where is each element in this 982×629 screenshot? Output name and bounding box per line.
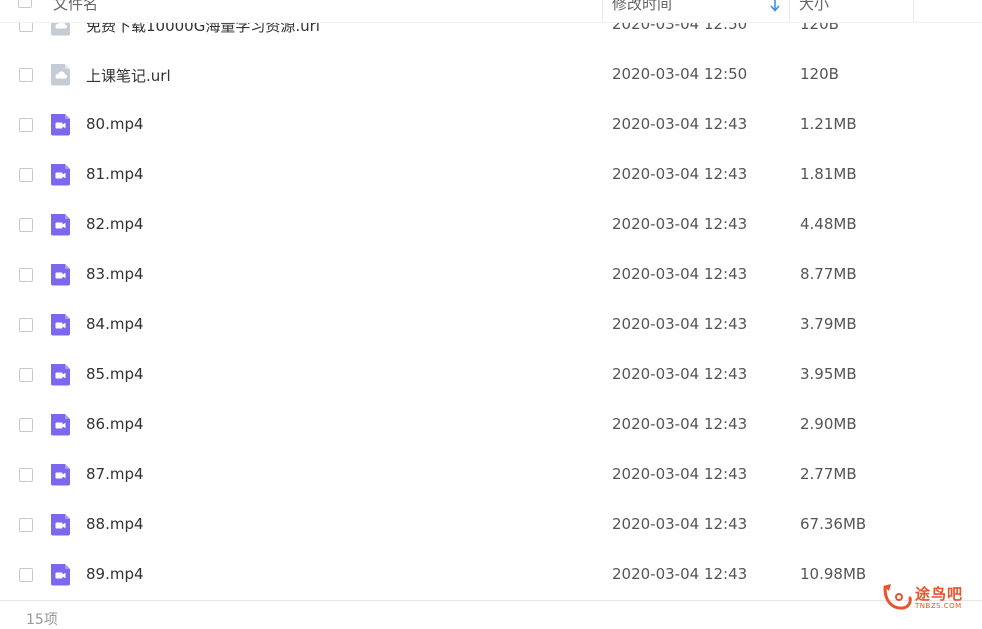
file-size: 10.98MB xyxy=(800,565,867,583)
video-file-icon xyxy=(51,514,70,536)
row-checkbox[interactable] xyxy=(19,468,33,482)
file-row[interactable]: 86.mp4 2020-03-04 12:43 2.90MB xyxy=(0,400,982,450)
column-header-size[interactable]: 大小 xyxy=(799,0,829,14)
file-modified-time: 2020-03-04 12:43 xyxy=(612,365,748,383)
file-size: 4.48MB xyxy=(800,215,857,233)
video-file-icon xyxy=(51,264,70,286)
file-row[interactable]: 87.mp4 2020-03-04 12:43 2.77MB xyxy=(0,450,982,500)
file-size: 2.77MB xyxy=(800,465,857,483)
file-name[interactable]: 85.mp4 xyxy=(86,365,144,383)
file-modified-time: 2020-03-04 12:43 xyxy=(612,215,748,233)
column-header-modified[interactable]: 修改时间 xyxy=(612,0,672,14)
file-name[interactable]: 86.mp4 xyxy=(86,415,144,433)
file-name[interactable]: 82.mp4 xyxy=(86,215,144,233)
file-name[interactable]: 80.mp4 xyxy=(86,115,144,133)
file-name[interactable]: 89.mp4 xyxy=(86,565,144,583)
video-file-icon xyxy=(51,314,70,336)
watermark-url: TNBZS.COM xyxy=(915,602,962,610)
file-row[interactable]: 80.mp4 2020-03-04 12:43 1.21MB xyxy=(0,100,982,150)
item-count: 15项 xyxy=(26,612,58,628)
file-list-header: 文件名 修改时间 大小 xyxy=(0,0,982,23)
link-file-icon xyxy=(51,64,70,86)
file-row[interactable]: 83.mp4 2020-03-04 12:43 8.77MB xyxy=(0,250,982,300)
video-file-icon xyxy=(51,414,70,436)
watermark-text: 途鸟吧 xyxy=(915,585,964,603)
file-size: 67.36MB xyxy=(800,515,867,533)
column-divider[interactable] xyxy=(789,0,790,22)
file-size: 1.21MB xyxy=(800,115,857,133)
row-checkbox[interactable] xyxy=(19,368,33,382)
file-row[interactable]: 82.mp4 2020-03-04 12:43 4.48MB xyxy=(0,200,982,250)
file-name[interactable]: 88.mp4 xyxy=(86,515,144,533)
file-name[interactable]: 87.mp4 xyxy=(86,465,144,483)
file-modified-time: 2020-03-04 12:43 xyxy=(612,315,748,333)
file-row[interactable]: 88.mp4 2020-03-04 12:43 67.36MB xyxy=(0,500,982,550)
file-modified-time: 2020-03-04 12:43 xyxy=(612,565,748,583)
file-size: 1.81MB xyxy=(800,165,857,183)
select-all-checkbox[interactable] xyxy=(18,0,32,8)
file-name[interactable]: 上课笔记.url xyxy=(86,65,171,86)
watermark-bird-icon xyxy=(883,584,912,610)
file-name[interactable]: 84.mp4 xyxy=(86,315,144,333)
row-checkbox[interactable] xyxy=(19,318,33,332)
file-row[interactable]: 84.mp4 2020-03-04 12:43 3.79MB xyxy=(0,300,982,350)
file-size: 3.79MB xyxy=(800,315,857,333)
row-checkbox[interactable] xyxy=(19,568,33,582)
file-modified-time: 2020-03-04 12:43 xyxy=(612,465,748,483)
file-modified-time: 2020-03-04 12:50 xyxy=(612,65,748,83)
video-file-icon xyxy=(51,564,70,586)
file-row[interactable]: 上课笔记.url 2020-03-04 12:50 120B xyxy=(0,50,982,100)
sort-down-arrow-icon[interactable] xyxy=(769,0,781,12)
video-file-icon xyxy=(51,464,70,486)
file-modified-time: 2020-03-04 12:43 xyxy=(612,115,748,133)
file-row[interactable]: 81.mp4 2020-03-04 12:43 1.81MB xyxy=(0,150,982,200)
row-checkbox[interactable] xyxy=(19,218,33,232)
column-divider[interactable] xyxy=(602,0,603,22)
row-checkbox[interactable] xyxy=(19,68,33,82)
file-modified-time: 2020-03-04 12:43 xyxy=(612,515,748,533)
file-row[interactable]: 89.mp4 2020-03-04 12:43 10.98MB xyxy=(0,550,982,600)
file-size: 120B xyxy=(800,65,839,83)
video-file-icon xyxy=(51,114,70,136)
file-name[interactable]: 83.mp4 xyxy=(86,265,144,283)
column-divider[interactable] xyxy=(913,0,914,22)
row-checkbox[interactable] xyxy=(19,118,33,132)
file-name[interactable]: 81.mp4 xyxy=(86,165,144,183)
column-header-name[interactable]: 文件名 xyxy=(53,0,98,14)
file-size: 3.95MB xyxy=(800,365,857,383)
row-checkbox[interactable] xyxy=(19,168,33,182)
file-modified-time: 2020-03-04 12:43 xyxy=(612,265,748,283)
file-row[interactable]: 85.mp4 2020-03-04 12:43 3.95MB xyxy=(0,350,982,400)
file-size: 2.90MB xyxy=(800,415,857,433)
video-file-icon xyxy=(51,214,70,236)
video-file-icon xyxy=(51,364,70,386)
video-file-icon xyxy=(51,164,70,186)
watermark-logo: 途鸟吧 TNBZS.COM xyxy=(879,580,979,616)
file-modified-time: 2020-03-04 12:43 xyxy=(612,165,748,183)
file-modified-time: 2020-03-04 12:43 xyxy=(612,415,748,433)
row-checkbox[interactable] xyxy=(19,518,33,532)
file-size: 8.77MB xyxy=(800,265,857,283)
row-checkbox[interactable] xyxy=(19,268,33,282)
list-bottom-divider xyxy=(0,600,982,601)
row-checkbox[interactable] xyxy=(19,418,33,432)
